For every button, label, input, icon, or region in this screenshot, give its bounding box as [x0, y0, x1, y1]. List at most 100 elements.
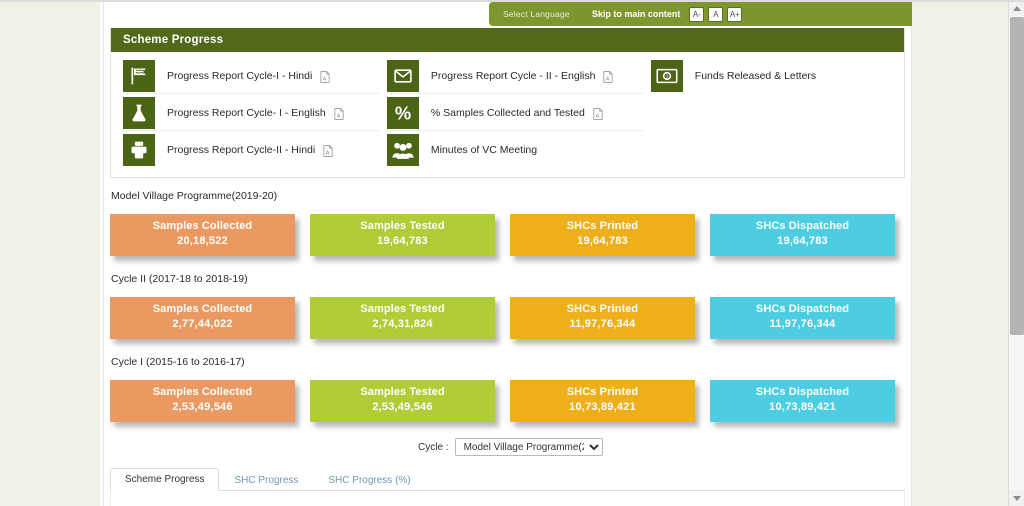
tab-shc-progress[interactable]: SHC Progress: [219, 469, 313, 491]
cycle-label: Cycle :: [418, 441, 449, 453]
svg-text:A: A: [337, 113, 341, 119]
scheme-link-label[interactable]: % Samples Collected and Tested: [431, 107, 585, 119]
scrollbar-thumb[interactable]: [1010, 17, 1024, 335]
font-increase-button[interactable]: A+: [727, 6, 743, 22]
scheme-link-row[interactable]: 1 Funds Released & Letters: [650, 58, 892, 94]
utility-topbar: Select Language Skip to main content A- …: [489, 2, 912, 26]
scheme-link-label[interactable]: Minutes of VC Meeting: [431, 144, 537, 156]
page-frame: Select Language Skip to main content A- …: [0, 0, 1008, 506]
stat-card-value: 20,18,522: [177, 235, 228, 247]
stat-card[interactable]: SHCs Dispatched 11,97,76,344: [710, 297, 895, 339]
stat-card-value: 11,97,76,344: [769, 318, 836, 330]
envelope-icon: [386, 59, 419, 92]
stat-card-title: Samples Tested: [360, 303, 445, 315]
stat-card-title: SHCs Dispatched: [755, 220, 850, 232]
svg-text:A: A: [596, 113, 600, 119]
stat-card[interactable]: Samples Collected 2,77,44,022: [110, 297, 295, 339]
stat-card-value: 19,64,783: [777, 235, 828, 247]
percent-icon: %: [386, 96, 419, 129]
tab-panel-area: [110, 491, 905, 506]
stat-card[interactable]: SHCs Printed 11,97,76,344: [510, 297, 695, 339]
vertical-scrollbar[interactable]: [1008, 0, 1024, 506]
stat-card[interactable]: SHCs Printed 10,73,89,421: [510, 380, 695, 422]
stat-card-value: 2,77,44,022: [172, 318, 233, 330]
scheme-link-row[interactable]: Progress Report Cycle-I - Hindi A: [123, 58, 379, 94]
font-normal-button[interactable]: A: [708, 6, 724, 22]
money-icon: 1: [650, 60, 683, 92]
svg-text:1: 1: [665, 75, 668, 81]
svg-text:A: A: [323, 76, 327, 82]
pdf-document-icon[interactable]: A: [603, 70, 614, 83]
scheme-link-label[interactable]: Progress Report Cycle- I - English: [167, 107, 326, 119]
scheme-progress-body: Progress Report Cycle-I - Hindi A Progress…: [111, 52, 904, 177]
scheme-links-column-2: Progress Report Cycle - II - English A%% …: [383, 58, 647, 169]
scheme-link-row[interactable]: Progress Report Cycle - II - English A: [386, 58, 643, 94]
stat-card[interactable]: SHCs Printed 19,64,783: [510, 214, 695, 256]
tab-shc-progress[interactable]: SHC Progress (%): [313, 469, 425, 491]
scheme-link-row[interactable]: Progress Report Cycle- I - English A: [123, 95, 379, 131]
stat-card[interactable]: SHCs Dispatched 10,73,89,421: [710, 380, 895, 422]
stat-card-title: Samples Tested: [360, 220, 445, 232]
stat-card[interactable]: Samples Collected 20,18,522: [110, 214, 295, 256]
scheme-progress-panel: Scheme Progress Progress Report Cycle-I …: [110, 28, 905, 178]
stat-card-title: SHCs Dispatched: [755, 303, 850, 315]
section-label-0: Model Village Programme(2019-20): [111, 190, 278, 202]
people-icon: [386, 134, 419, 166]
stat-card-value: 11,97,76,344: [569, 318, 636, 330]
stat-card-value: 2,53,49,546: [172, 401, 233, 413]
stat-card[interactable]: SHCs Dispatched 19,64,783: [710, 214, 895, 256]
stat-card-value: 2,74,31,824: [372, 318, 433, 330]
tab-bar: Scheme Progress SHC Progress SHC Progress …: [110, 466, 905, 491]
section-label-1: Cycle II (2017-18 to 2018-19): [111, 273, 248, 285]
stat-cards-row-0: Samples Collected 20,18,522 Samples Tested…: [110, 214, 910, 260]
scheme-link-label[interactable]: Progress Report Cycle - II - English: [431, 70, 596, 82]
stat-card[interactable]: Samples Tested 2,74,31,824: [310, 297, 495, 339]
select-language-link[interactable]: Select Language: [503, 9, 570, 19]
tab-scheme-progress[interactable]: Scheme Progress: [110, 468, 220, 491]
flag-icon: [123, 59, 155, 92]
stat-card[interactable]: Samples Collected 2,53,49,546: [110, 380, 295, 422]
stat-card-title: SHCs Printed: [566, 303, 639, 315]
stat-cards-row-2: Samples Collected 2,53,49,546 Samples Test…: [110, 380, 910, 426]
font-decrease-button[interactable]: A-: [689, 6, 705, 22]
scheme-link-label[interactable]: Funds Released & Letters: [695, 70, 816, 82]
stat-card-value: 19,64,783: [577, 235, 628, 247]
cycle-selector: Cycle : Model Village Programme(2019-20)…: [418, 438, 603, 456]
stat-card-value: 10,73,89,421: [769, 401, 836, 413]
stat-card-value: 19,64,783: [377, 235, 428, 247]
stat-cards-row-1: Samples Collected 2,77,44,022 Samples Test…: [110, 297, 910, 343]
pdf-document-icon[interactable]: A: [334, 107, 344, 120]
stat-card-title: Samples Collected: [152, 386, 253, 398]
flask-icon: [123, 96, 155, 129]
scrollbar-up-arrow-icon[interactable]: [1009, 0, 1024, 16]
stat-card-value: 2,53,49,546: [372, 401, 433, 413]
scheme-link-label[interactable]: Progress Report Cycle-II - Hindi: [167, 144, 315, 156]
stat-card-title: Samples Tested: [360, 386, 445, 398]
stat-card-title: Samples Collected: [152, 220, 253, 232]
stat-card-title: SHCs Dispatched: [755, 386, 850, 398]
stat-card-value: 10,73,89,421: [569, 401, 636, 413]
stat-card[interactable]: Samples Tested 2,53,49,546: [310, 380, 495, 422]
stat-card[interactable]: Samples Tested 19,64,783: [310, 214, 495, 256]
stat-card-title: Samples Collected: [152, 303, 253, 315]
cycle-select[interactable]: Model Village Programme(2019-20)Cycle II…: [454, 438, 603, 456]
scheme-link-label[interactable]: Progress Report Cycle-I - Hindi: [167, 70, 312, 82]
font-size-controls: A- A A+: [689, 6, 743, 22]
scheme-links-column-3: 1 Funds Released & Letters: [647, 58, 896, 169]
svg-text:A: A: [606, 76, 610, 82]
svg-text:%: %: [395, 102, 411, 123]
skip-to-main-content-link[interactable]: Skip to main content: [592, 9, 681, 19]
svg-text:A: A: [326, 150, 330, 156]
window-top-edge: [0, 0, 1024, 2]
scrollbar-down-arrow-icon[interactable]: [1009, 490, 1024, 506]
pdf-document-icon[interactable]: A: [320, 70, 330, 83]
pdf-document-icon[interactable]: A: [593, 107, 603, 120]
scheme-link-row[interactable]: Minutes of VC Meeting: [386, 132, 643, 168]
scheme-link-row[interactable]: % % Samples Collected and Tested A: [386, 95, 643, 131]
stat-card-title: SHCs Printed: [566, 386, 639, 398]
scheme-links-column-1: Progress Report Cycle-I - Hindi A Progress…: [119, 58, 383, 169]
pdf-document-icon[interactable]: A: [323, 144, 333, 157]
scheme-progress-title: Scheme Progress: [111, 28, 904, 52]
section-label-2: Cycle I (2015-16 to 2016-17): [111, 356, 245, 368]
scheme-link-row[interactable]: Progress Report Cycle-II - Hindi A: [123, 132, 379, 168]
